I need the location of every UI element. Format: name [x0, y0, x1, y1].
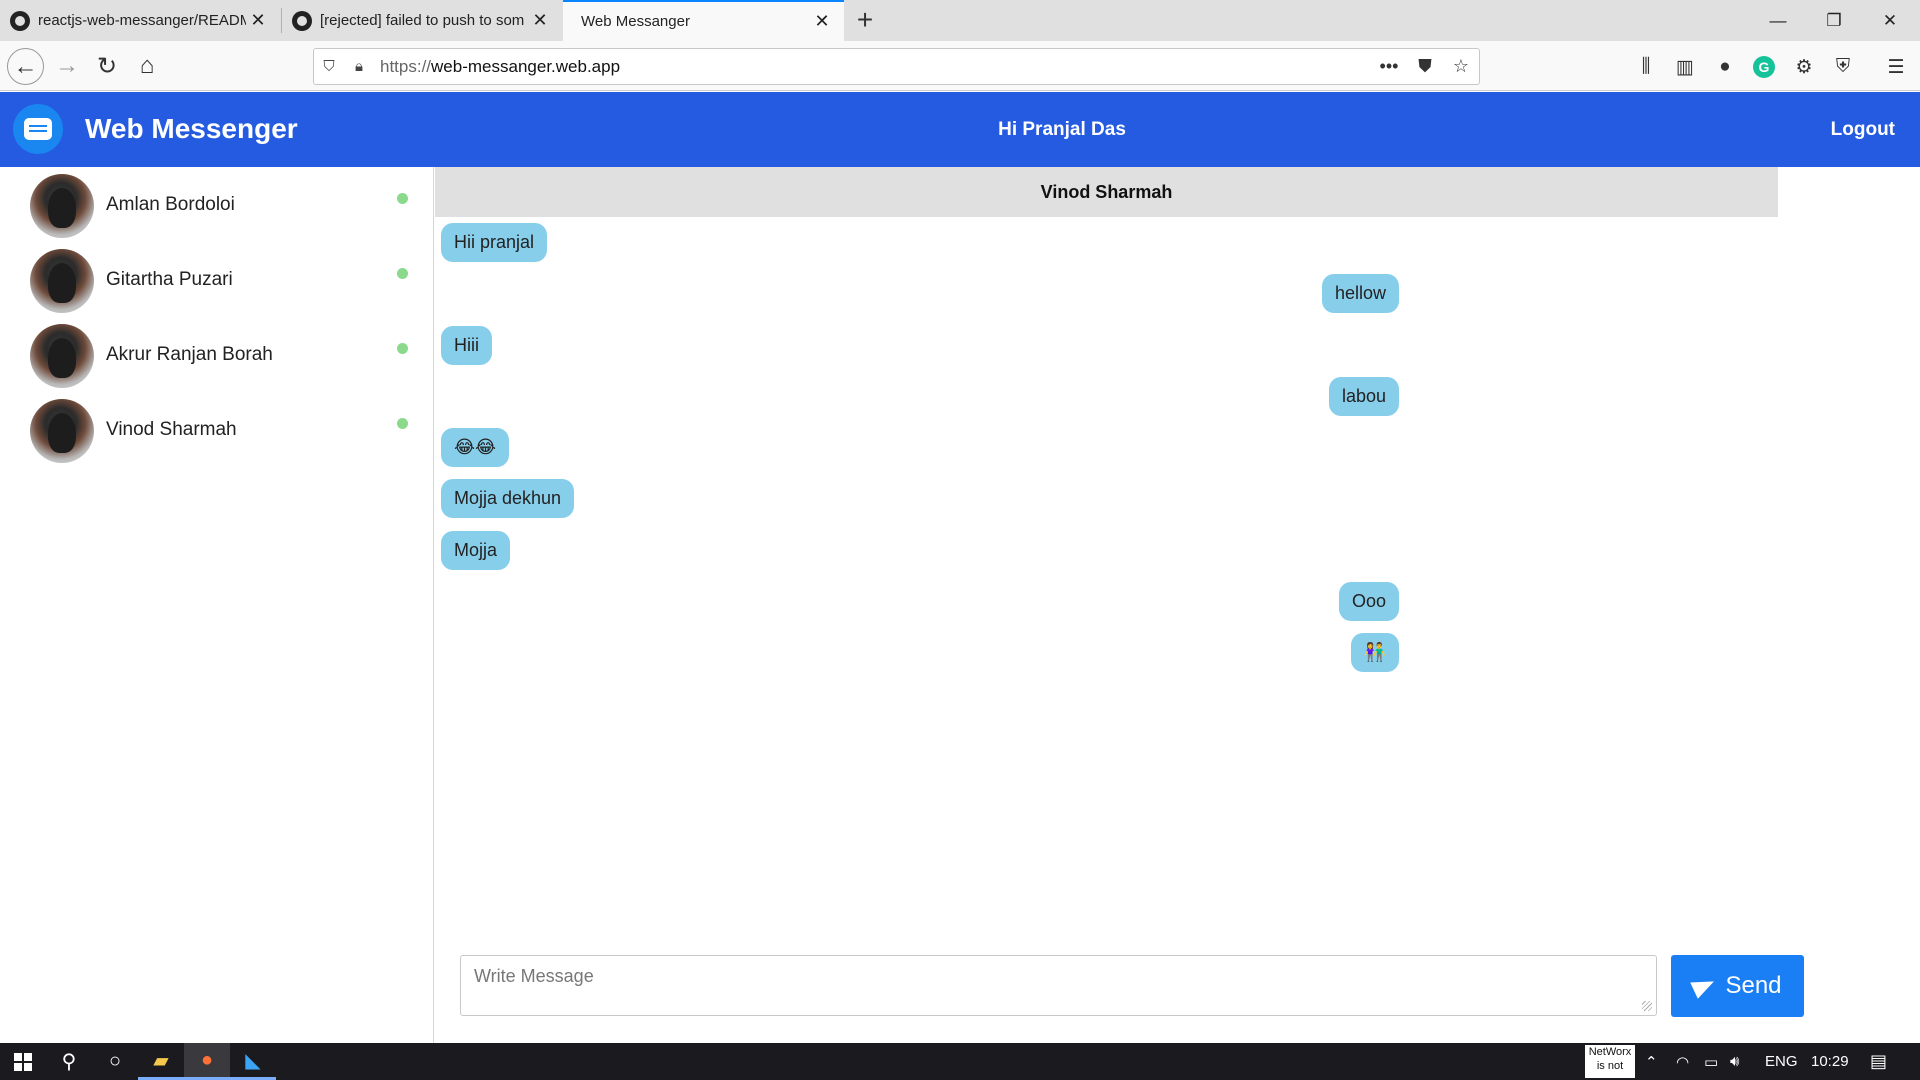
back-arrow-icon[interactable]: ← [7, 48, 44, 85]
firefox-icon[interactable]: ● [184, 1043, 230, 1080]
address-bar[interactable]: ⛉ 🔒︎ https://web-messanger.web.app ••• ⛊… [313, 48, 1480, 85]
networx-line1: NetWorx [1588, 1046, 1632, 1058]
contact-gitartha-puzari[interactable]: Gitartha Puzari [0, 243, 434, 318]
contact-akrur-ranjan-borah[interactable]: Akrur Ranjan Borah [0, 318, 434, 393]
browser-tab-bar: reactjs-web-messanger/README ✕ [rejected… [0, 0, 1920, 41]
contact-amlan-bordoloi[interactable]: Amlan Bordoloi [0, 168, 434, 243]
tab-title: [rejected] failed to push to som [320, 12, 525, 29]
file-explorer-icon[interactable]: ▰ [138, 1043, 184, 1080]
shield-icon[interactable]: ⛉ [314, 58, 344, 75]
reload-icon[interactable]: ↻ [90, 49, 124, 83]
close-tab-icon[interactable]: ✕ [810, 11, 834, 32]
app-header: Web Messenger Hi Pranjal Das Logout [0, 92, 1920, 167]
contact-name: Vinod Sharmah [106, 419, 237, 440]
contacts-sidebar: Amlan Bordoloi Gitartha Puzari Akrur Ran… [0, 167, 434, 1043]
library-icon[interactable]: ⫼ [1632, 53, 1660, 81]
pocket-icon[interactable]: ⛊ [1407, 56, 1443, 77]
minimize-button[interactable]: — [1750, 0, 1806, 41]
message-sent: hellow [1321, 274, 1399, 313]
chat-header: Vinod Sharmah [435, 167, 1778, 217]
tab-readme[interactable]: reactjs-web-messanger/README ✕ [0, 0, 280, 41]
clock[interactable]: 10:29 [1811, 1043, 1849, 1080]
home-icon[interactable]: ⌂ [130, 49, 164, 83]
contact-vinod-sharmah[interactable]: Vinod Sharmah [0, 393, 434, 468]
tab-title: Web Messanger [581, 13, 690, 30]
paper-plane-icon [1690, 973, 1719, 999]
sidebar-icon[interactable]: ▥ [1671, 53, 1699, 81]
windows-start-icon[interactable] [0, 1043, 46, 1080]
message-placeholder: Write Message [474, 966, 594, 986]
message-received: 😂😂 [441, 428, 510, 467]
volume-icon[interactable]: 🔊︎ [1730, 1043, 1739, 1080]
wifi-icon[interactable]: ◠ [1676, 1043, 1689, 1080]
send-button[interactable]: Send [1671, 955, 1804, 1017]
grammarly-icon[interactable]: G [1753, 56, 1775, 78]
search-icon[interactable]: ⚲ [46, 1043, 92, 1080]
close-tab-icon[interactable]: ✕ [246, 10, 270, 31]
message-received: Mojja dekhun [441, 479, 575, 518]
cortana-icon[interactable]: ○ [92, 1043, 138, 1080]
tab-rejected-push[interactable]: [rejected] failed to push to som ✕ [282, 0, 562, 41]
online-status-dot [397, 343, 408, 354]
message-sent: Ooo [1338, 582, 1399, 621]
url-text[interactable]: https://web-messanger.web.app [374, 57, 1371, 77]
send-label: Send [1725, 972, 1782, 999]
message-input[interactable]: Write Message [460, 955, 1657, 1016]
account-icon[interactable]: ● [1711, 53, 1739, 81]
bookmark-star-icon[interactable]: ☆ [1443, 56, 1479, 77]
networx-line2: is not [1596, 1060, 1624, 1072]
online-status-dot [397, 418, 408, 429]
more-actions-icon[interactable]: ••• [1371, 56, 1407, 77]
avatar [30, 174, 94, 238]
battery-icon[interactable]: ▭ [1704, 1043, 1718, 1080]
avatar [30, 399, 94, 463]
contact-name: Akrur Ranjan Borah [106, 344, 273, 365]
forward-arrow-icon[interactable]: → [50, 49, 84, 83]
windows-taskbar: ⚲ ○ ▰ ● ◣ NetWorx is not ⌃ ◠ ▭ 🔊︎ ENG 10… [0, 1043, 1920, 1080]
message-received: Hiii [441, 326, 492, 365]
notification-icon[interactable]: ▤ [1870, 1043, 1887, 1080]
browser-nav-bar: ← → ↻ ⌂ ⛉ 🔒︎ https://web-messanger.web.a… [0, 41, 1920, 91]
tab-title: reactjs-web-messanger/README [38, 12, 246, 29]
vscode-icon[interactable]: ◣ [230, 1043, 276, 1080]
close-window-button[interactable]: ✕ [1862, 0, 1918, 41]
online-status-dot [397, 268, 408, 279]
extension-icon[interactable]: ⚙ [1790, 53, 1818, 81]
new-tab-button[interactable]: + [850, 4, 880, 36]
chevron-up-icon[interactable]: ⌃ [1645, 1043, 1658, 1080]
restore-button[interactable]: ❐ [1806, 0, 1862, 41]
close-tab-icon[interactable]: ✕ [528, 10, 552, 31]
networx-widget[interactable]: NetWorx is not [1585, 1045, 1635, 1078]
message-received: Mojja [441, 531, 511, 570]
tab-web-messanger[interactable]: Web Messanger ✕ [563, 0, 844, 41]
message-received: Hii pranjal [441, 223, 548, 262]
user-greeting: Hi Pranjal Das [998, 119, 1126, 140]
language-indicator[interactable]: ENG [1765, 1043, 1798, 1080]
github-icon [292, 10, 312, 31]
avatar [30, 249, 94, 313]
github-icon [10, 10, 30, 31]
url-host: web-messanger.web.app [431, 56, 621, 76]
url-scheme: https:// [380, 56, 432, 76]
contact-name: Amlan Bordoloi [106, 194, 235, 215]
contact-name: Gitartha Puzari [106, 269, 233, 290]
message-sent: labou [1328, 377, 1399, 416]
privacy-badger-icon[interactable]: ⛨ [1829, 53, 1857, 81]
avatar [30, 324, 94, 388]
logout-button[interactable]: Logout [1831, 119, 1895, 141]
online-status-dot [397, 193, 408, 204]
resize-grip-icon[interactable] [1642, 1001, 1652, 1011]
menu-icon[interactable]: ☰ [1882, 53, 1910, 81]
lock-icon[interactable]: 🔒︎ [344, 58, 374, 75]
message-sent: 👫 [1350, 633, 1399, 672]
